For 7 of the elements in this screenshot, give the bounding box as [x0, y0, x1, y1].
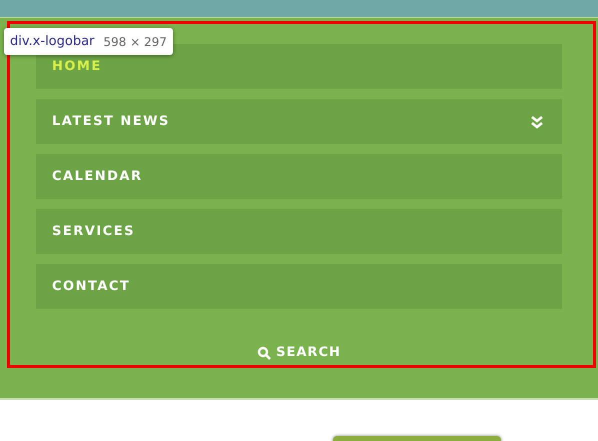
menu-item[interactable]: LATEST NEWS [36, 99, 562, 144]
menu-item[interactable]: CALENDAR [36, 154, 562, 199]
search-icon [257, 346, 272, 360]
search-button[interactable]: SEARCH [257, 343, 341, 362]
menu-item[interactable]: CONTACT [36, 264, 562, 309]
menu-item[interactable]: SERVICES [36, 209, 562, 254]
double-chevron-down-icon[interactable] [530, 114, 544, 128]
